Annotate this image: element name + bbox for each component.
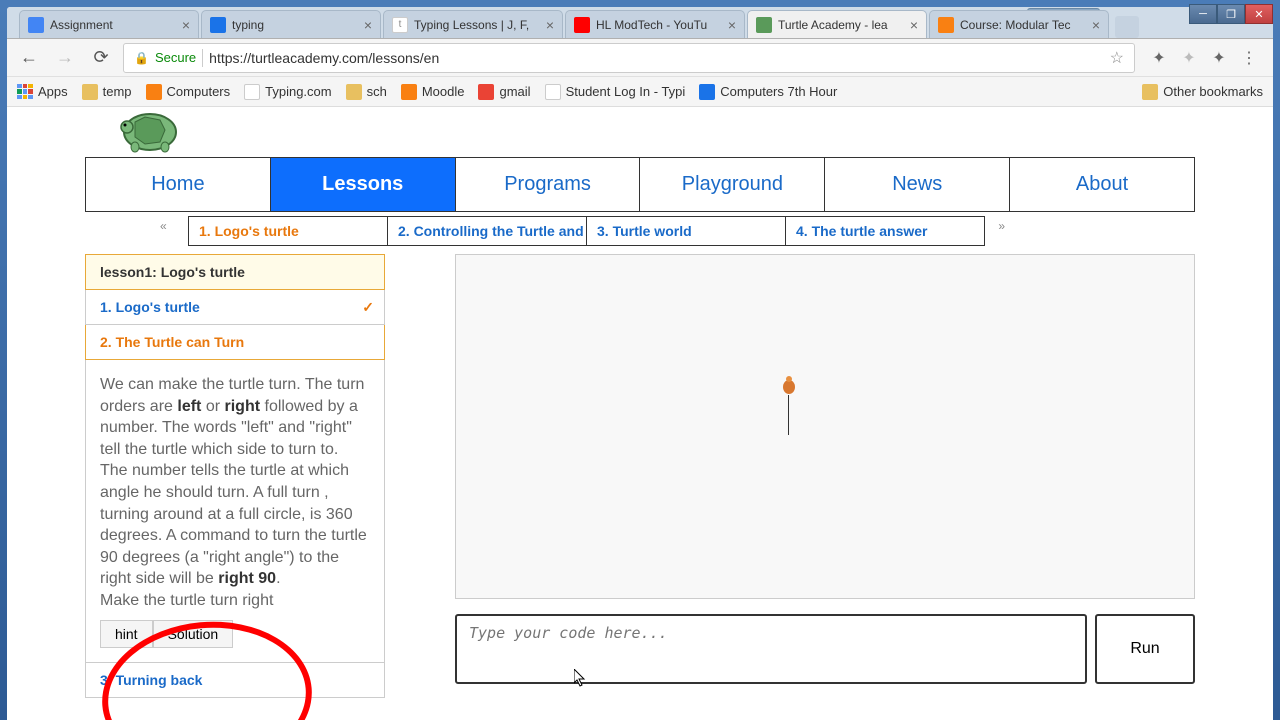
- lesson-header: lesson1: Logo's turtle: [85, 254, 385, 290]
- divider: [202, 49, 203, 67]
- lesson-tab[interactable]: 3. Turtle world: [586, 216, 786, 246]
- bookmark-item[interactable]: Moodle: [401, 84, 465, 100]
- other-bookmarks[interactable]: Other bookmarks: [1142, 84, 1263, 100]
- tab-close-icon[interactable]: ×: [728, 17, 736, 33]
- lesson-prev-icon[interactable]: «: [160, 219, 167, 233]
- apps-label: Apps: [38, 84, 68, 99]
- lesson-tab[interactable]: 4. The turtle answer: [785, 216, 985, 246]
- nav-about[interactable]: About: [1010, 158, 1194, 211]
- main-nav: Home Lessons Programs Playground News Ab…: [85, 157, 1195, 212]
- bookmark-item[interactable]: Student Log In - Typi: [545, 84, 686, 100]
- tab-title: Assignment: [50, 18, 178, 32]
- favicon-icon: [146, 84, 162, 100]
- bookmark-item[interactable]: sch: [346, 84, 387, 100]
- hint-button[interactable]: hint: [100, 620, 153, 648]
- browser-tab[interactable]: Assignment ×: [19, 10, 199, 38]
- back-button[interactable]: ←: [15, 44, 43, 72]
- code-input[interactable]: [455, 614, 1087, 684]
- lesson-tabs: « 1. Logo's turtle 2. Controlling the Tu…: [85, 216, 1195, 246]
- chrome-menu-icon[interactable]: ⋮: [1239, 48, 1259, 68]
- extension-icon[interactable]: ✦: [1209, 48, 1229, 68]
- turtle-canvas[interactable]: [455, 254, 1195, 599]
- tab-title: Course: Modular Tec: [960, 18, 1088, 32]
- tab-close-icon[interactable]: ×: [910, 17, 918, 33]
- bookmarks-bar: Apps temp Computers Typing.com sch Moodl…: [7, 77, 1273, 107]
- tab-title: HL ModTech - YouTu: [596, 18, 724, 32]
- favicon-icon: [401, 84, 417, 100]
- browser-tab[interactable]: Course: Modular Tec ×: [929, 10, 1109, 38]
- tab-close-icon[interactable]: ×: [1092, 17, 1100, 33]
- new-tab-button[interactable]: [1115, 16, 1139, 38]
- bookmark-item[interactable]: Computers: [146, 84, 231, 100]
- tab-close-icon[interactable]: ×: [182, 17, 190, 33]
- window-maximize-button[interactable]: ❐: [1217, 4, 1245, 24]
- step-item-active[interactable]: 2. The Turtle can Turn: [85, 325, 385, 360]
- apps-grid-icon: [17, 84, 33, 100]
- favicon-icon: [210, 17, 226, 33]
- favicon-icon: t: [392, 17, 408, 33]
- turtle-logo-icon: [115, 107, 185, 157]
- bookmark-star-icon[interactable]: ☆: [1110, 48, 1124, 68]
- bookmark-item[interactable]: Computers 7th Hour: [699, 84, 837, 100]
- favicon-icon: [574, 17, 590, 33]
- favicon-icon: [938, 17, 954, 33]
- tab-close-icon[interactable]: ×: [364, 17, 372, 33]
- step-content: We can make the turtle turn. The turn or…: [85, 360, 385, 663]
- favicon-icon: [478, 84, 494, 100]
- browser-tab[interactable]: Turtle Academy - lea ×: [747, 10, 927, 38]
- extension-icon[interactable]: ✦: [1149, 48, 1169, 68]
- browser-tab[interactable]: t Typing Lessons | J, F, ×: [383, 10, 563, 38]
- tab-title: typing: [232, 18, 360, 32]
- nav-home[interactable]: Home: [86, 158, 271, 211]
- lesson-tab[interactable]: 1. Logo's turtle: [188, 216, 388, 246]
- tab-strip: Assignment × typing × t Typing Lessons | J,…: [7, 7, 1273, 39]
- apps-button[interactable]: Apps: [17, 84, 68, 100]
- lock-icon: 🔒: [134, 51, 149, 65]
- solution-button[interactable]: Solution: [153, 620, 234, 648]
- nav-news[interactable]: News: [825, 158, 1010, 211]
- window-close-button[interactable]: ✕: [1245, 4, 1273, 24]
- lesson-next-icon[interactable]: »: [998, 219, 1005, 233]
- folder-icon: [346, 84, 362, 100]
- tab-title: Typing Lessons | J, F,: [414, 18, 542, 32]
- favicon-icon: [244, 84, 260, 100]
- favicon-icon: [699, 84, 715, 100]
- nav-programs[interactable]: Programs: [456, 158, 641, 211]
- window-minimize-button[interactable]: ─: [1189, 4, 1217, 24]
- folder-icon: [82, 84, 98, 100]
- browser-tab[interactable]: typing ×: [201, 10, 381, 38]
- lesson-tab[interactable]: 2. Controlling the Turtle and Pen: [387, 216, 587, 246]
- secure-label: Secure: [155, 50, 196, 65]
- favicon-icon: [756, 17, 772, 33]
- favicon-icon: [28, 17, 44, 33]
- step-item[interactable]: 3. Turning back: [85, 663, 385, 698]
- url-text: https://turtleacademy.com/lessons/en: [209, 50, 439, 66]
- forward-button[interactable]: →: [51, 44, 79, 72]
- turtle-sprite-icon: [781, 375, 797, 395]
- browser-tab[interactable]: HL ModTech - YouTu ×: [565, 10, 745, 38]
- bookmark-item[interactable]: gmail: [478, 84, 530, 100]
- folder-icon: [1142, 84, 1158, 100]
- reload-button[interactable]: ⟳: [87, 44, 115, 72]
- lesson-panel: lesson1: Logo's turtle 1. Logo's turtle …: [85, 254, 385, 698]
- nav-lessons[interactable]: Lessons: [271, 158, 456, 211]
- tab-title: Turtle Academy - lea: [778, 18, 906, 32]
- extension-icon[interactable]: ✦: [1179, 48, 1199, 68]
- favicon-icon: [545, 84, 561, 100]
- step-item[interactable]: 1. Logo's turtle: [85, 290, 385, 325]
- turtle-trail: [788, 395, 789, 435]
- address-bar: ← → ⟳ 🔒 Secure https://turtleacademy.com…: [7, 39, 1273, 77]
- bookmark-item[interactable]: temp: [82, 84, 132, 100]
- run-button[interactable]: Run: [1095, 614, 1195, 684]
- nav-playground[interactable]: Playground: [640, 158, 825, 211]
- omnibox[interactable]: 🔒 Secure https://turtleacademy.com/lesso…: [123, 43, 1135, 73]
- bookmark-item[interactable]: Typing.com: [244, 84, 331, 100]
- tab-close-icon[interactable]: ×: [546, 17, 554, 33]
